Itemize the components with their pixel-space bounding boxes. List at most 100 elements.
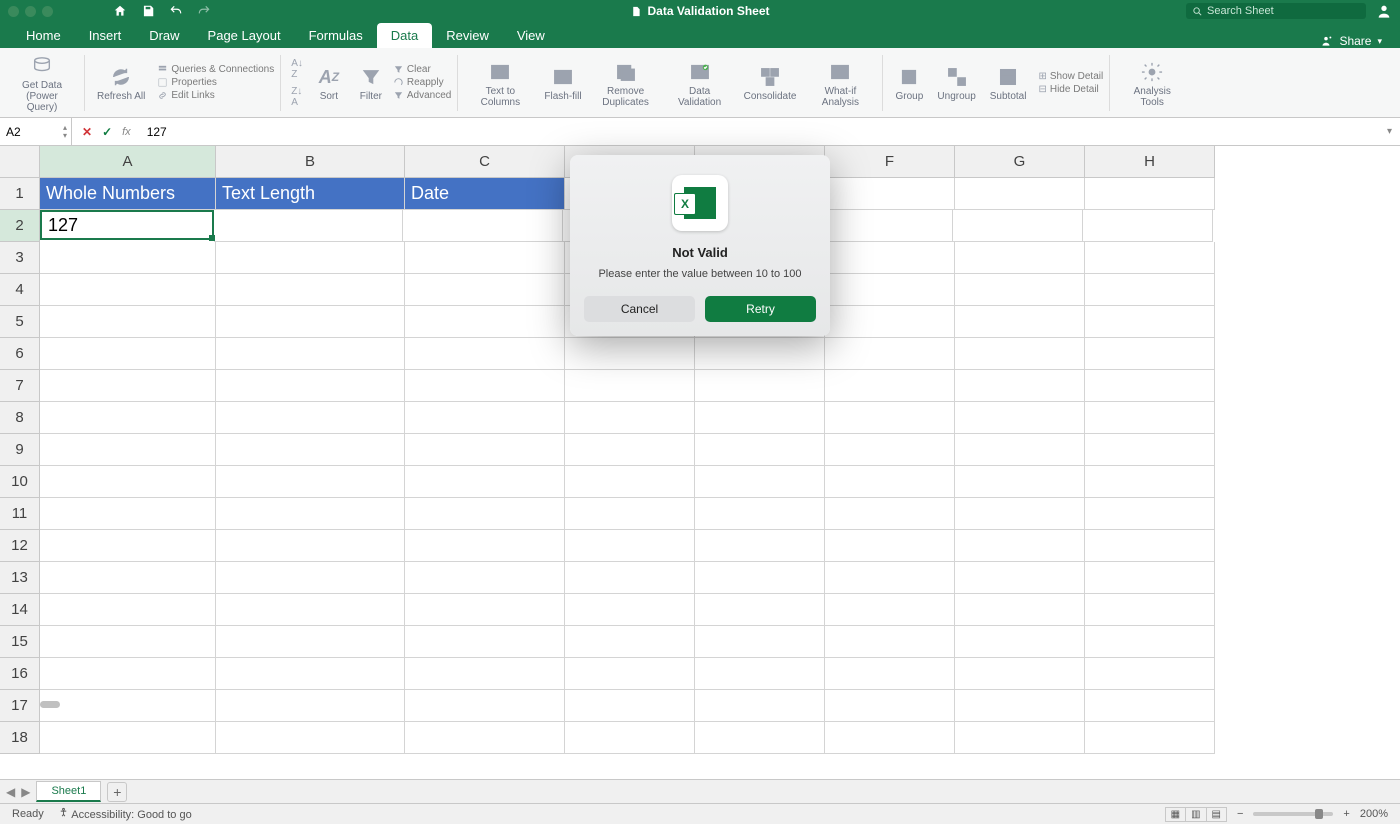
cell-H18[interactable] [1085,722,1215,754]
consolidate-button[interactable]: Consolidate [738,52,803,113]
queries-connections-button[interactable]: Queries & Connections [157,64,274,75]
filter-button[interactable]: Filter [351,52,391,113]
row-header-17[interactable]: 17 [0,690,40,722]
cell-H16[interactable] [1085,658,1215,690]
row-header-8[interactable]: 8 [0,402,40,434]
home-icon[interactable] [113,4,127,18]
cell-G16[interactable] [955,658,1085,690]
advanced-filter-button[interactable]: Advanced [393,90,451,101]
cell-C1[interactable]: Date [405,178,565,210]
cell-B18[interactable] [216,722,405,754]
cell-F3[interactable] [825,242,955,274]
zoom-slider[interactable] [1253,812,1333,816]
cell-F10[interactable] [825,466,955,498]
cell-G12[interactable] [955,530,1085,562]
cell-H11[interactable] [1085,498,1215,530]
cell-A7[interactable] [40,370,216,402]
cell-E14[interactable] [695,594,825,626]
cell-F6[interactable] [825,338,955,370]
cell-D6[interactable] [565,338,695,370]
cell-H10[interactable] [1085,466,1215,498]
column-header-B[interactable]: B [216,146,405,178]
cell-F18[interactable] [825,722,955,754]
cell-D9[interactable] [565,434,695,466]
cell-E15[interactable] [695,626,825,658]
cell-G9[interactable] [955,434,1085,466]
cell-F11[interactable] [825,498,955,530]
cell-G2[interactable] [953,210,1083,242]
cell-H15[interactable] [1085,626,1215,658]
cell-C16[interactable] [405,658,565,690]
cell-E12[interactable] [695,530,825,562]
subtotal-button[interactable]: Subtotal [984,52,1033,113]
zoom-in-button[interactable]: + [1343,808,1349,820]
cell-A9[interactable] [40,434,216,466]
name-box[interactable]: A2 ▴▾ [0,118,72,145]
tab-draw[interactable]: Draw [135,23,193,48]
cell-B3[interactable] [216,242,405,274]
cell-H8[interactable] [1085,402,1215,434]
formula-expand-icon[interactable]: ▾ [1379,126,1400,137]
cancel-edit-icon[interactable]: ✕ [82,125,92,139]
cell-E7[interactable] [695,370,825,402]
tab-formulas[interactable]: Formulas [295,23,377,48]
cell-B13[interactable] [216,562,405,594]
cell-F2[interactable] [823,210,953,242]
cell-G8[interactable] [955,402,1085,434]
cell-C12[interactable] [405,530,565,562]
row-header-10[interactable]: 10 [0,466,40,498]
minimize-window-icon[interactable] [25,6,36,17]
cell-E6[interactable] [695,338,825,370]
cell-D18[interactable] [565,722,695,754]
cell-H2[interactable] [1083,210,1213,242]
row-header-1[interactable]: 1 [0,178,40,210]
cell-G1[interactable] [955,178,1085,210]
page-break-view-icon[interactable]: ▤ [1206,807,1227,822]
tab-review[interactable]: Review [432,23,503,48]
cell-D7[interactable] [565,370,695,402]
ungroup-button[interactable]: Ungroup [931,52,981,113]
cell-G5[interactable] [955,306,1085,338]
cell-C8[interactable] [405,402,565,434]
get-data-button[interactable]: Get Data (Power Query) [6,52,78,113]
reapply-filter-button[interactable]: Reapply [393,77,444,88]
cell-A6[interactable] [40,338,216,370]
formula-input[interactable]: 127 [141,125,1379,139]
cell-A10[interactable] [40,466,216,498]
retry-button[interactable]: Retry [705,296,816,322]
row-header-4[interactable]: 4 [0,274,40,306]
flash-fill-button[interactable]: Flash-fill [538,52,587,113]
cell-C9[interactable] [405,434,565,466]
cell-F17[interactable] [825,690,955,722]
cell-F14[interactable] [825,594,955,626]
cell-C18[interactable] [405,722,565,754]
cell-C3[interactable] [405,242,565,274]
cell-F12[interactable] [825,530,955,562]
cell-G10[interactable] [955,466,1085,498]
cell-C15[interactable] [405,626,565,658]
row-header-15[interactable]: 15 [0,626,40,658]
cell-F13[interactable] [825,562,955,594]
cell-C11[interactable] [405,498,565,530]
cell-C2[interactable] [403,210,563,242]
view-mode-buttons[interactable]: ▦▥▤ [1166,808,1227,820]
zoom-level[interactable]: 200% [1360,808,1388,820]
fx-icon[interactable]: fx [122,126,131,138]
cell-H3[interactable] [1085,242,1215,274]
cell-H1[interactable] [1085,178,1215,210]
row-header-3[interactable]: 3 [0,242,40,274]
cell-H17[interactable] [1085,690,1215,722]
row-header-6[interactable]: 6 [0,338,40,370]
tab-page-layout[interactable]: Page Layout [194,23,295,48]
cell-F16[interactable] [825,658,955,690]
hide-detail-button[interactable]: ⊟ Hide Detail [1038,84,1098,95]
cell-F15[interactable] [825,626,955,658]
cell-D11[interactable] [565,498,695,530]
cell-H7[interactable] [1085,370,1215,402]
cell-F1[interactable] [825,178,955,210]
cell-D17[interactable] [565,690,695,722]
cell-H4[interactable] [1085,274,1215,306]
redo-icon[interactable] [197,4,211,18]
window-controls[interactable] [8,6,53,17]
confirm-edit-icon[interactable]: ✓ [102,125,112,139]
